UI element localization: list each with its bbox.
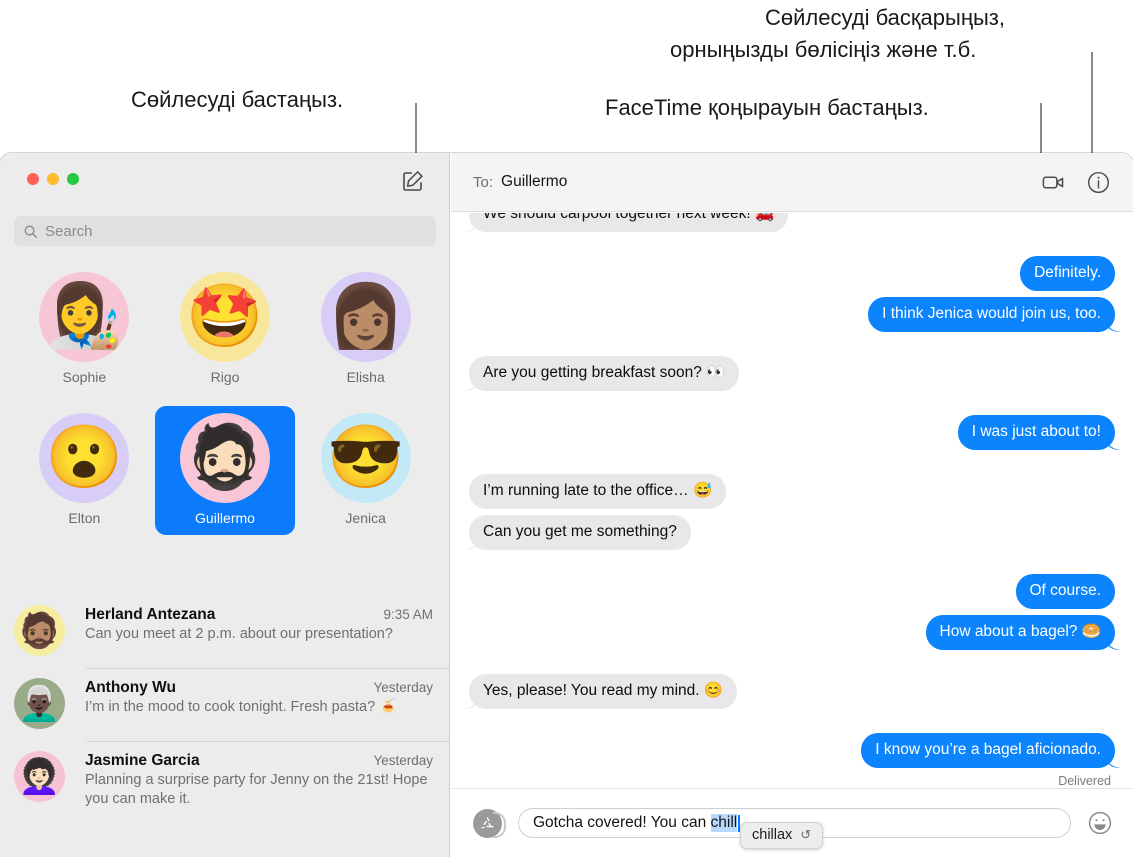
pinned-contact-jenica[interactable]: 😎 Jenica [295,406,436,535]
conversation-row[interactable]: 🧔🏽 Herland Antezana 9:35 AM Can you meet at… [0,595,449,668]
leader-line-compose [415,103,417,160]
conversation-preview: Can you meet at 2 p.m. about our present… [85,626,393,642]
message-row: Can you get me something? [451,515,1133,550]
autocomplete-suggestion[interactable]: chillax ↺ [740,822,824,849]
avatar: 😎 [320,413,411,503]
screenshot-root: Сөйлесуді бастаңыз. Сөйлесуді басқарыңыз… [0,0,1133,857]
conversation-timestamp: Yesterday [373,680,433,695]
pinned-contact-sophie[interactable]: 👩‍🎨 Sophie [14,265,155,394]
to-label: To: [473,173,494,191]
pinned-contact-label: Sophie [62,369,107,385]
outgoing-message-bubble[interactable]: Definitely. [1020,256,1115,291]
conversation-avatar: 👩🏻‍🦱 [14,751,65,802]
header-actions [1041,170,1111,195]
conversation-top: Herland Antezana 9:35 AM [85,606,433,624]
pinned-contact-label: Elton [68,510,101,526]
search-icon [24,225,38,238]
autocomplete-word: chillax [752,827,793,843]
message-row: How about a bagel? 🥯 [451,615,1133,650]
compose-icon[interactable] [401,169,425,193]
pinned-contact-label: Rigo [210,369,240,385]
conversation-body: Anthony Wu Yesterday I’m in the mood to co… [85,678,433,729]
message-row: Definitely. [451,256,1133,291]
conversation-avatar: 🧔🏽 [14,605,65,656]
avatar: 😮 [39,413,130,503]
typed-selection: chill [710,814,738,832]
pinned-contacts-grid: 👩‍🎨 Sophie 🤩 Rigo 👩🏽 Elisha 😮 Elton 🧔🏻 Guillermo 😎… [14,265,436,535]
incoming-message-bubble[interactable]: We should carpool together next week! 🚗 [469,213,789,232]
typed-text: Gotcha covered! You can [533,814,711,831]
avatar: 👩‍🎨 [39,272,130,362]
incoming-message-bubble[interactable]: Yes, please! You read my mind. 😊 [469,674,738,709]
conversation-body: Herland Antezana 9:35 AM Can you meet at 2… [85,605,433,656]
incoming-message-bubble[interactable]: Can you get me something? [469,515,691,550]
pinned-contact-elisha[interactable]: 👩🏽 Elisha [295,265,436,394]
messages-app-window: Search 👩‍🎨 Sophie 🤩 Rigo 👩🏽 Elisha 😮 Elton 🧔🏻 Gui… [0,153,1133,857]
avatar: 🧔🏻 [179,413,270,503]
pinned-contact-elton[interactable]: 😮 Elton [14,406,155,535]
minimize-button[interactable] [47,173,59,185]
video-camera-icon[interactable] [1041,170,1066,195]
outgoing-message-bubble[interactable]: How about a bagel? 🥯 [925,615,1115,650]
conversation-name: Jasmine Garcia [85,752,200,769]
message-row: I was just about to! [451,415,1133,450]
conversation-top: Anthony Wu Yesterday [85,679,433,697]
conversation-body: Jasmine Garcia Yesterday Planning a surpri… [85,751,433,808]
outgoing-message-bubble[interactable]: I was just about to! [957,415,1115,450]
undo-icon[interactable]: ↺ [800,827,811,843]
message-list: some of our coworkers. Thoughts?We shoul… [451,213,1133,788]
info-circle-icon[interactable] [1086,170,1111,195]
conversation-name: Herland Antezana [85,606,216,623]
callout-manage-conversation-line1: Сөйлесуді басқарыңыз, [765,5,1005,30]
pinned-contact-rigo[interactable]: 🤩 Rigo [155,265,296,394]
message-row: I know you’re a bagel aficionado. [451,733,1133,768]
app-store-icon[interactable] [473,808,506,838]
incoming-message-bubble[interactable]: Are you getting breakfast soon? 👀 [469,356,740,391]
message-row: Are you getting breakfast soon? 👀 [451,356,1133,391]
conversation-row[interactable]: 👩🏻‍🦱 Jasmine Garcia Yesterday Planning a su… [0,741,449,820]
outgoing-message-bubble[interactable]: I know you’re a bagel aficionado. [861,733,1115,768]
message-row: I think Jenica would join us, too. [451,297,1133,332]
message-row: Yes, please! You read my mind. 😊 [451,674,1133,709]
zoom-button[interactable] [67,173,79,185]
conversation-pane: To: Guillermo some of our coworkers. Tho… [451,153,1133,857]
leader-line-details [1091,52,1093,162]
avatar: 🤩 [179,272,270,362]
conversation-header: To: Guillermo [451,153,1133,212]
pinned-contact-guillermo[interactable]: 🧔🏻 Guillermo [154,406,296,535]
delivery-status: Delivered [1058,774,1111,788]
incoming-message-bubble[interactable]: I’m running late to the office… 😅 [469,474,727,509]
outgoing-message-bubble[interactable]: I think Jenica would join us, too. [868,297,1115,332]
conversation-timestamp: Yesterday [373,753,433,768]
conversation-top: Jasmine Garcia Yesterday [85,752,433,770]
conversation-name: Anthony Wu [85,679,176,696]
conversation-preview: Planning a surprise party for Jenny on t… [85,772,428,807]
callout-start-conversation: Сөйлесуді бастаңыз. [131,87,344,112]
window-controls [27,173,79,185]
pinned-contact-label: Elisha [346,369,385,385]
conversation-avatar: 👨🏿‍🦳 [14,678,65,729]
smiley-face-icon[interactable] [1087,810,1113,836]
search-input[interactable]: Search [14,216,436,246]
recipient-name: Guillermo [501,173,568,190]
close-button[interactable] [27,173,39,185]
message-row: We should carpool together next week! 🚗 [451,213,1133,232]
pinned-contact-label: Guillermo [195,510,255,526]
message-row: I’m running late to the office… 😅 [451,474,1133,509]
search-placeholder: Search [45,222,93,240]
callout-start-facetime: FaceTime қоңырауын бастаңыз. [605,95,929,120]
conversation-preview: I’m in the mood to cook tonight. Fresh p… [85,699,398,715]
sidebar: Search 👩‍🎨 Sophie 🤩 Rigo 👩🏽 Elisha 😮 Elton 🧔🏻 Gui… [0,153,450,857]
outgoing-message-bubble[interactable]: Of course. [1015,574,1115,609]
pinned-contact-label: Jenica [345,510,386,526]
message-row: Of course. [451,574,1133,609]
conversation-timestamp: 9:35 AM [383,607,433,622]
avatar: 👩🏽 [320,272,411,362]
conversation-row[interactable]: 👨🏿‍🦳 Anthony Wu Yesterday I’m in the mood t… [0,668,449,741]
callout-manage-conversation-line2: орныңызды бөлісіңіз және т.б. [670,37,977,62]
conversation-list: 🧔🏽 Herland Antezana 9:35 AM Can you meet at… [0,595,449,857]
